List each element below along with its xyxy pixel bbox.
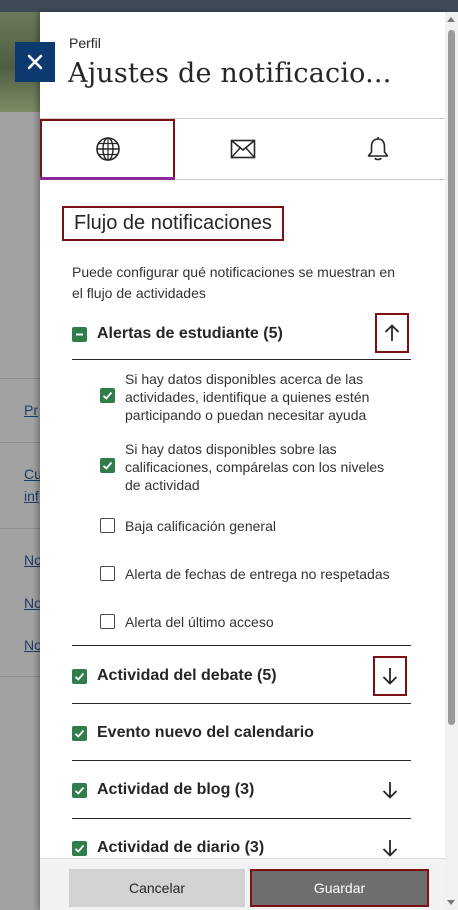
panel-footer: Cancelar Guardar — [40, 858, 445, 910]
expand-group-button[interactable] — [373, 828, 407, 858]
sub-option-label: Si hay datos disponibles sobre las calif… — [125, 441, 385, 493]
background-link[interactable]: inf — [24, 486, 40, 506]
envelope-icon — [230, 139, 255, 159]
group-divider — [72, 818, 411, 819]
group-divider — [72, 703, 411, 704]
background-divider — [0, 378, 40, 379]
arrow-up-icon — [384, 324, 400, 341]
expand-group-button[interactable] — [373, 770, 407, 810]
tab-email[interactable] — [175, 119, 310, 179]
minus-icon — [76, 333, 83, 335]
group-divider — [72, 359, 411, 360]
panel-header: Perfil Ajustes de notificacio... — [40, 12, 445, 118]
sub-option-label: Alerta de fechas de entrega no respetada… — [125, 566, 390, 582]
section-description: Puede configurar qué notificaciones se m… — [72, 264, 395, 301]
scroll-up-arrow-icon[interactable] — [447, 17, 455, 22]
background-divider — [0, 528, 40, 529]
sub-option-checkbox[interactable] — [100, 518, 115, 533]
background-link[interactable]: Cu — [24, 464, 40, 484]
cancel-button[interactable]: Cancelar — [69, 869, 245, 907]
background-divider — [0, 442, 40, 443]
group-divider — [72, 760, 411, 761]
collapse-group-button[interactable] — [375, 313, 409, 353]
group-journal-activity: Actividad de diario (3) — [72, 836, 411, 858]
tab-push[interactable] — [310, 119, 445, 179]
group-checkbox[interactable] — [72, 668, 87, 684]
group-label: Alertas de estudiante (5) — [97, 325, 283, 342]
background-link[interactable]: Pr — [24, 400, 40, 420]
arrow-down-icon — [382, 782, 398, 799]
sub-option: Si hay datos disponibles sobre las calif… — [100, 440, 400, 494]
arrow-down-icon — [382, 668, 398, 685]
group-checkbox-partial[interactable] — [72, 326, 87, 342]
group-checkbox[interactable] — [72, 840, 87, 856]
group-checkbox[interactable] — [72, 725, 87, 741]
scroll-down-arrow-icon[interactable] — [447, 900, 455, 905]
close-panel-button[interactable] — [15, 42, 55, 82]
background-link[interactable]: No — [24, 635, 40, 655]
background-overlay — [0, 112, 40, 910]
panel-scrollbar[interactable] — [445, 12, 458, 910]
notification-channel-tabs — [40, 118, 445, 180]
expand-group-button[interactable] — [373, 656, 407, 696]
checkmark-icon — [74, 844, 85, 853]
group-discussion-activity: Actividad del debate (5) — [72, 664, 411, 688]
sub-option: Baja calificación general — [100, 517, 400, 535]
sub-option-checkbox[interactable] — [100, 614, 115, 629]
checkmark-icon — [74, 672, 85, 681]
bell-icon — [367, 137, 388, 161]
background-link[interactable]: No — [24, 593, 40, 613]
group-label: Actividad de diario (3) — [97, 839, 265, 856]
panel-title: Ajustes de notificacio... — [68, 58, 392, 89]
group-checkbox[interactable] — [72, 782, 87, 798]
background-divider — [0, 676, 40, 677]
sub-option-checkbox[interactable] — [100, 388, 115, 403]
checkmark-icon — [74, 786, 85, 795]
group-divider — [72, 645, 411, 646]
sub-option-label: Si hay datos disponibles acerca de las a… — [125, 371, 370, 423]
sub-option-label: Alerta del último acceso — [125, 614, 274, 630]
sub-option: Alerta de fechas de entrega no respetada… — [100, 565, 400, 583]
group-student-alerts: Alertas de estudiante (5) — [72, 322, 411, 346]
group-blog-activity: Actividad de blog (3) — [72, 778, 411, 802]
background-top-bar — [0, 0, 458, 12]
tab-activity-stream[interactable] — [40, 119, 175, 180]
notification-settings-panel: Perfil Ajustes de notificacio... Flujo d… — [40, 12, 445, 910]
panel-content: Flujo de notificaciones Puede configurar… — [40, 180, 445, 858]
globe-icon — [95, 137, 120, 161]
group-calendar-event: Evento nuevo del calendario — [72, 721, 411, 745]
section-title: Flujo de notificaciones — [62, 206, 284, 241]
sub-option: Alerta del último acceso — [100, 613, 400, 631]
scrollbar-thumb[interactable] — [448, 30, 455, 725]
close-icon — [27, 54, 43, 70]
checkmark-icon — [74, 729, 85, 738]
sub-option-checkbox[interactable] — [100, 458, 115, 473]
group-label: Actividad de blog (3) — [97, 781, 255, 798]
background-link[interactable]: No — [24, 550, 40, 570]
sub-option-checkbox[interactable] — [100, 566, 115, 581]
arrow-down-icon — [382, 840, 398, 857]
group-label: Evento nuevo del calendario — [97, 724, 314, 741]
panel-eyebrow: Perfil — [69, 35, 101, 51]
group-label: Actividad del debate (5) — [97, 667, 277, 684]
sub-option-label: Baja calificación general — [125, 518, 276, 534]
checkmark-icon — [102, 391, 113, 400]
checkmark-icon — [102, 461, 113, 470]
save-button[interactable]: Guardar — [250, 869, 429, 907]
sub-option: Si hay datos disponibles acerca de las a… — [100, 370, 400, 424]
